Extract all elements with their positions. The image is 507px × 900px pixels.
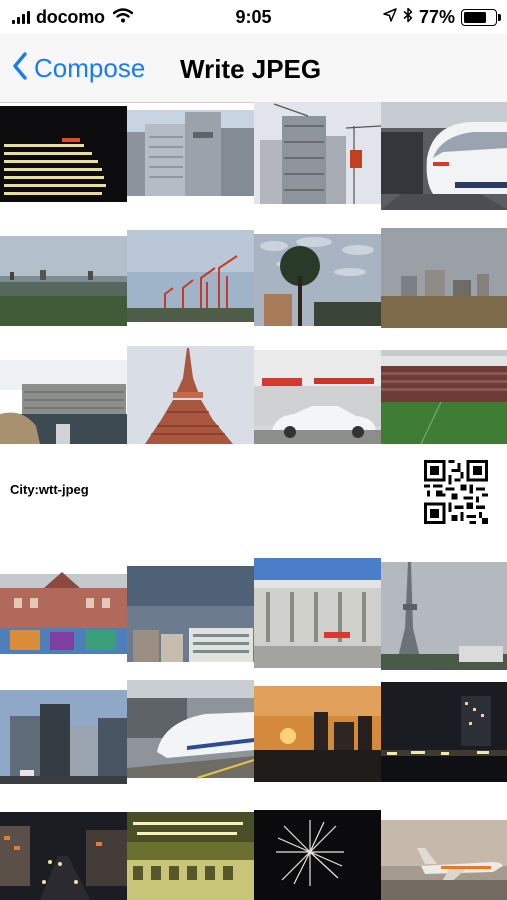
photo-bullet-train-platform[interactable] xyxy=(381,102,507,216)
battery-tip xyxy=(498,14,501,21)
chevron-left-icon xyxy=(12,51,28,85)
grid-row xyxy=(0,672,507,786)
photo-street-white-car[interactable] xyxy=(254,330,381,444)
navigation-bar: Compose Write JPEG xyxy=(0,34,507,103)
photo-port-cranes[interactable] xyxy=(127,216,254,330)
photo-construction-tower[interactable] xyxy=(254,102,381,216)
status-bar: docomo 9:05 77% xyxy=(0,0,507,34)
battery-icon xyxy=(461,9,501,26)
photo-train-station[interactable] xyxy=(127,786,254,900)
page-title: Write JPEG xyxy=(180,54,322,84)
photo-city-street[interactable] xyxy=(0,672,127,786)
caption-row: City:wtt-jpeg xyxy=(0,444,507,558)
photo-fireworks[interactable] xyxy=(254,786,381,900)
photo-colorful-building[interactable] xyxy=(0,558,127,672)
qr-code-icon xyxy=(424,460,488,524)
grid-row xyxy=(0,102,507,216)
photo-skytree[interactable] xyxy=(381,558,507,672)
photo-night-building[interactable] xyxy=(0,102,127,216)
photo-tree-cloudy-sky[interactable] xyxy=(254,216,381,330)
photo-tokyo-tower[interactable] xyxy=(127,330,254,444)
city-label: City:wtt-jpeg xyxy=(10,482,89,497)
photo-shinkansen[interactable] xyxy=(127,672,254,786)
photo-grid: City:wtt-jpeg xyxy=(0,102,507,900)
photo-city-dusk[interactable] xyxy=(381,216,507,330)
photo-sunset-skyline[interactable] xyxy=(254,672,381,786)
grid-row xyxy=(0,330,507,444)
photo-apartment-canal[interactable] xyxy=(0,330,127,444)
photo-stadium-gate[interactable] xyxy=(254,558,381,672)
photo-airplane-runway[interactable] xyxy=(381,786,507,900)
photo-stadium-field[interactable] xyxy=(381,330,507,444)
grid-row xyxy=(0,786,507,900)
location-arrow-icon xyxy=(383,8,397,27)
battery-percent: 77% xyxy=(418,7,455,27)
back-button[interactable]: Compose xyxy=(12,48,145,88)
bluetooth-icon xyxy=(403,7,413,28)
photo-night-street[interactable] xyxy=(0,786,127,900)
photo-bay-skyline[interactable] xyxy=(0,216,127,330)
status-right: 77% xyxy=(383,7,501,28)
back-button-label: Compose xyxy=(34,52,146,83)
grid-row xyxy=(0,558,507,672)
photo-office-towers[interactable] xyxy=(127,102,254,216)
photo-low-buildings-sky[interactable] xyxy=(127,558,254,672)
battery-fill xyxy=(464,12,486,23)
photo-night-city-lights[interactable] xyxy=(381,672,507,786)
grid-row xyxy=(0,216,507,330)
